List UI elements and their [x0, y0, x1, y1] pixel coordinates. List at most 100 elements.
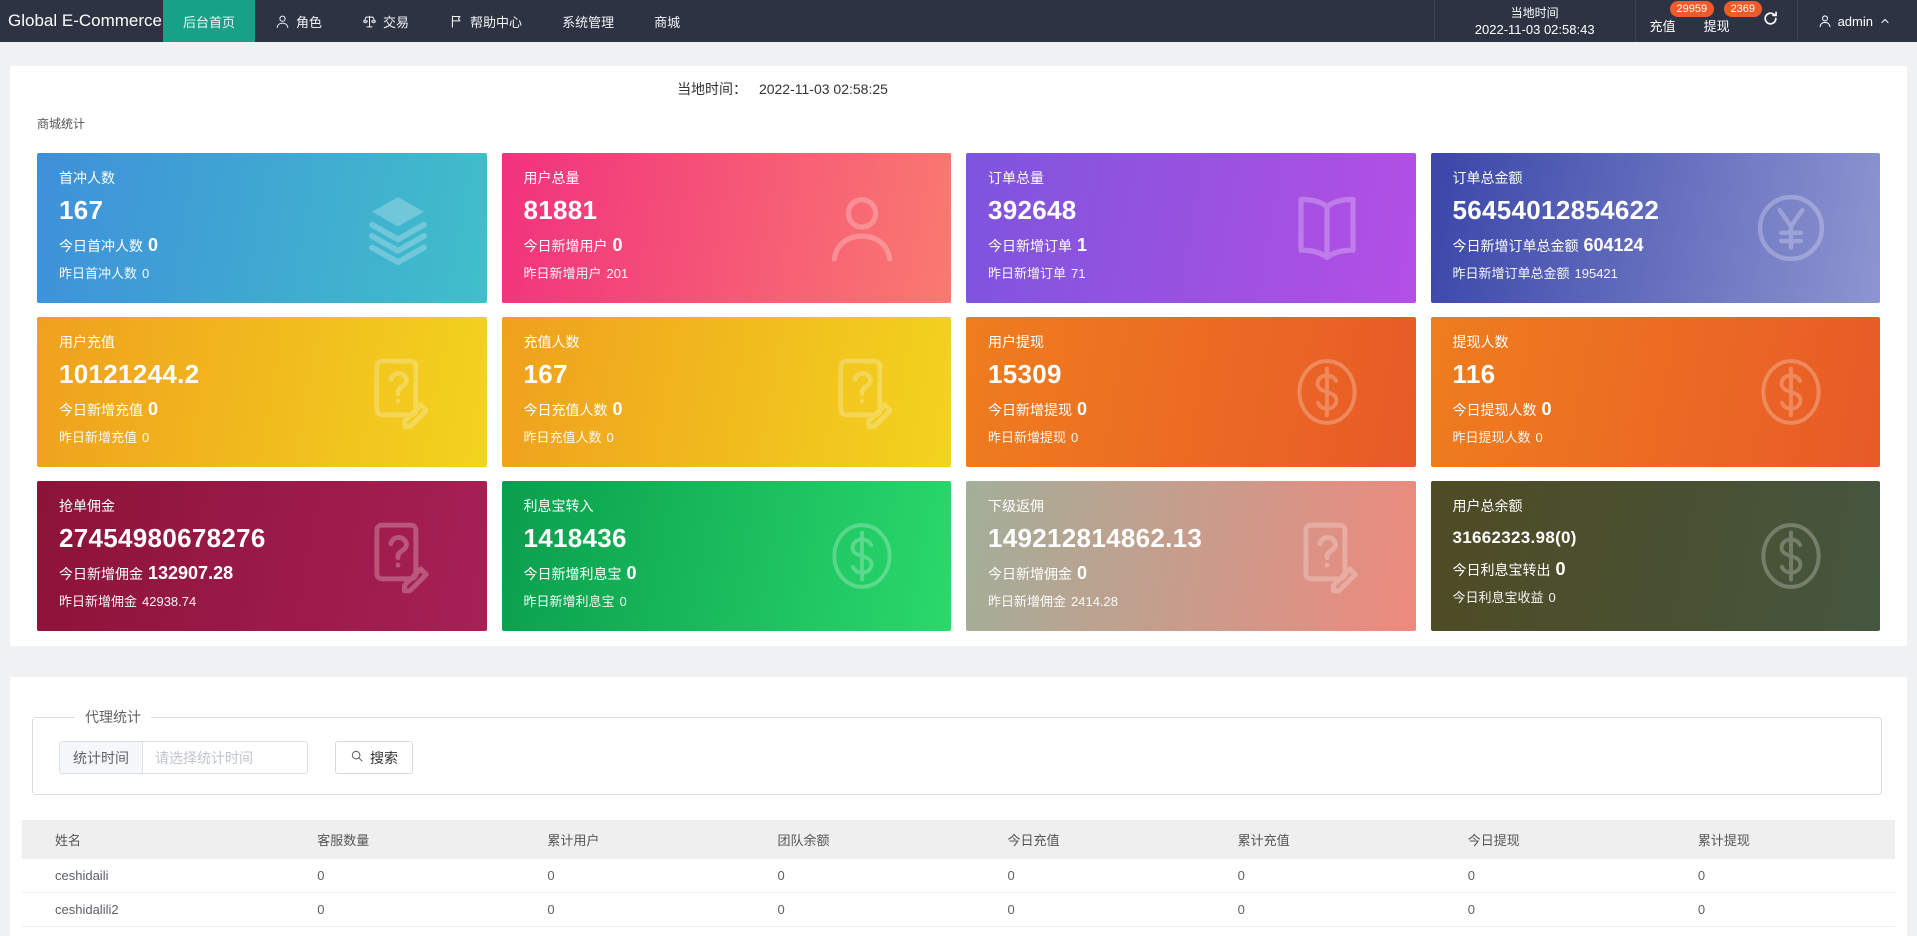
nav-item-0[interactable]: 后台首页: [163, 0, 256, 42]
topbar: Global E-Commerce... 后台首页 角色 交易 帮助中心 系统管理 商城 …: [0, 0, 1917, 42]
today-label: 今日新增利息宝: [523, 566, 622, 582]
table-row: ceshidaili 0 0 0 0 0 0 0: [22, 859, 1895, 893]
table-cell: 0: [744, 859, 975, 893]
stat-card: 用户充值 10121244.2 今日新增充值 0 昨日新增充值 0: [37, 317, 487, 467]
dollar-circle-icon: [1752, 353, 1830, 431]
nav-item-2[interactable]: 交易: [342, 0, 429, 42]
page-time-value: 2022-11-03 02:58:25: [758, 81, 888, 97]
table-column-header: 累计充值: [1204, 820, 1435, 859]
table-row: ceshidalili2 0 0 0 0 0 0 0: [22, 892, 1895, 927]
today-value: 0: [626, 563, 637, 583]
withdraw-label: 提现: [1703, 18, 1730, 34]
doc-edit-icon: [823, 353, 901, 431]
today-value: 1: [1077, 235, 1088, 255]
yesterday-value: 0: [142, 266, 150, 281]
topbar-right: 当地时间 2022-11-03 02:58:43 充值 29959 提现 236…: [1433, 0, 1917, 42]
today-value: 0: [148, 399, 159, 419]
table-cell: 0: [1664, 859, 1895, 893]
agent-name-cell: ceshidaili: [22, 859, 285, 893]
yesterday-value: 0: [1071, 430, 1079, 445]
yesterday-label: 昨日新增用户: [523, 266, 602, 281]
nav-item-5[interactable]: 商城: [634, 0, 700, 42]
nav-item-3[interactable]: 帮助中心: [429, 0, 542, 42]
dollar-circle-icon: [823, 517, 901, 595]
username: admin: [1837, 13, 1873, 29]
stat-time-group: 统计时间: [59, 741, 308, 774]
today-value: 132907.28: [148, 563, 234, 583]
table-cell: 0: [1434, 859, 1665, 893]
stat-card: 用户总量 81881 今日新增用户 0 昨日新增用户 201: [501, 153, 951, 303]
yesterday-label: 昨日新增订单: [988, 266, 1067, 281]
search-button-label: 搜索: [370, 749, 398, 766]
table-cell: 0: [974, 926, 1205, 936]
today-value: 0: [1541, 399, 1552, 419]
agent-table: 姓名 客服数量 累计用户 团队余额 今日充值 累计充值 今日提现 累计提现 ceshidail…: [22, 820, 1895, 936]
withdraw-menu[interactable]: 提现 2369: [1690, 0, 1763, 42]
stat-card: 提现人数 116 今日提现人数 0 昨日提现人数 0: [1430, 317, 1880, 467]
yesterday-label: 昨日新增提现: [988, 430, 1067, 445]
table-column-header: 姓名: [22, 820, 285, 859]
stat-card: 订单总量 392648 今日新增订单 1 昨日新增订单 71: [966, 153, 1416, 303]
nav-item-4[interactable]: 系统管理: [542, 0, 634, 42]
stat-card: 用户提现 15309 今日新增提现 0 昨日新增提现 0: [966, 317, 1416, 467]
user-menu[interactable]: admin: [1796, 0, 1917, 42]
brand-logo[interactable]: Global E-Commerce...: [0, 0, 163, 42]
layers-icon: [359, 189, 437, 267]
today-value: 0: [1077, 563, 1088, 583]
yesterday-value: 42938.74: [142, 594, 197, 609]
today-label: 今日充值人数: [523, 402, 608, 418]
table-column-header: 今日提现: [1434, 820, 1665, 859]
table-cell: 0: [974, 859, 1205, 893]
yesterday-label: 昨日新增利息宝: [523, 594, 615, 609]
stat-card: 用户总余额 31662323.98(0) 今日利息宝转出 0 今日利息宝收益 0: [1430, 481, 1880, 631]
yesterday-label: 今日利息宝收益: [1452, 590, 1544, 605]
today-label: 今日利息宝转出: [1452, 562, 1551, 578]
table-header-row: 姓名 客服数量 累计用户 团队余额 今日充值 累计充值 今日提现 累计提现: [22, 820, 1895, 859]
agent-panel: 代理统计 统计时间 搜索 姓名客服数量累计用户团队余额今日充值累计充值今日提现累…: [10, 677, 1907, 936]
withdraw-count-badge: 2369: [1723, 1, 1763, 17]
stat-card-title: 订单总量: [988, 170, 1044, 186]
table-cell: 0: [1204, 859, 1435, 893]
stats-grid: 首冲人数 167 今日首冲人数 0 昨日首冲人数 0 用户总量 81881 今日新增用户 0 昨日新…: [37, 153, 1880, 631]
today-label: 今日提现人数: [1452, 402, 1537, 418]
stat-time-label: 统计时间: [59, 741, 142, 774]
stat-card-title: 提现人数: [1452, 334, 1509, 350]
yesterday-value: 71: [1071, 266, 1086, 281]
nav-item-1[interactable]: 角色: [255, 0, 342, 42]
table-cell: 0: [514, 926, 745, 936]
today-value: 0: [1077, 399, 1088, 419]
search-button[interactable]: 搜索: [335, 741, 413, 774]
table-cell: 0: [1204, 892, 1435, 927]
stat-card-title: 首冲人数: [59, 170, 115, 186]
topbar-local-time: 当地时间 2022-11-03 02:58:43: [1433, 0, 1636, 42]
section-title: 商城统计: [37, 117, 86, 131]
table-column-header: 今日充值: [974, 820, 1205, 859]
stat-card: 抢单佣金 27454980678276 今日新增佣金 132907.28 昨日新增佣金 4…: [37, 481, 487, 631]
today-label: 今日新增佣金: [59, 566, 143, 582]
yesterday-value: 0: [142, 430, 150, 445]
table-cell: 0: [514, 859, 745, 893]
stat-card-title: 下级返佣: [988, 498, 1044, 514]
nav-item-label: 系统管理: [562, 14, 615, 30]
table-cell: 0: [284, 926, 515, 936]
today-value: 0: [612, 399, 623, 419]
table-cell: 0: [284, 859, 515, 893]
recharge-menu[interactable]: 充值 29959: [1636, 0, 1715, 42]
today-label: 今日新增佣金: [988, 566, 1072, 582]
nav-item-label: 角色: [296, 14, 323, 30]
stat-card: 利息宝转入 1418436 今日新增利息宝 0 昨日新增利息宝 0: [501, 481, 951, 631]
table-cell: 0: [1664, 926, 1895, 936]
agent-stats-legend: 代理统计: [85, 709, 141, 725]
stat-time-input[interactable]: [142, 741, 308, 774]
yesterday-value: 201: [606, 266, 629, 281]
today-value: 0: [1555, 559, 1566, 579]
yesterday-label: 昨日提现人数: [1452, 430, 1531, 445]
yesterday-label: 昨日新增佣金: [988, 594, 1067, 609]
stat-card-title: 用户总余额: [1452, 498, 1523, 514]
stat-card-title: 用户总量: [523, 170, 580, 186]
nav-item-label: 商城: [654, 14, 681, 30]
table-cell: 0: [744, 892, 975, 927]
stat-card-title: 抢单佣金: [59, 498, 115, 514]
yesterday-value: 0: [1535, 430, 1543, 445]
table-cell: 0: [744, 926, 975, 936]
